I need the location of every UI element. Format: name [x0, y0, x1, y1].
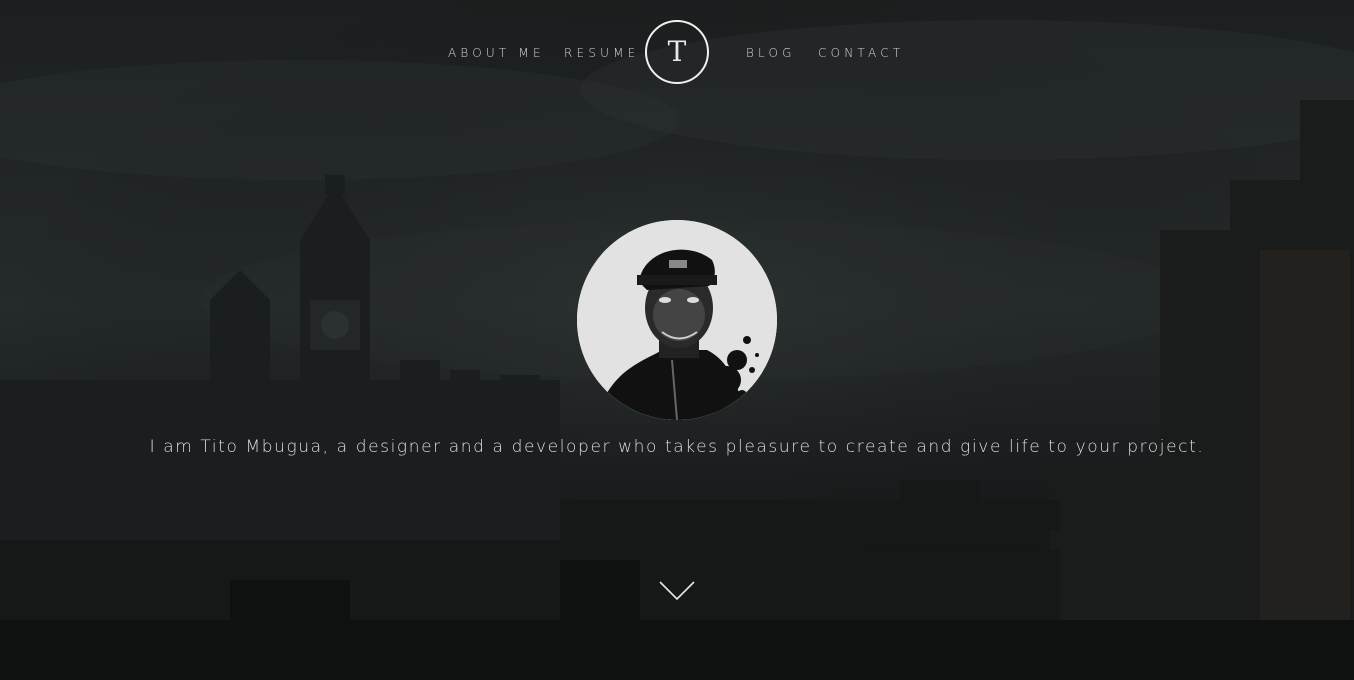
- nav-link-contact[interactable]: CONTACT: [818, 46, 904, 60]
- profile-avatar: [577, 220, 777, 420]
- hero-section: ABOUT ME RESUME T BLOG CONTACT I am Tito…: [0, 0, 1354, 680]
- profile-photo-image: [577, 220, 777, 420]
- site-logo[interactable]: T: [645, 20, 709, 84]
- nav-link-about-me[interactable]: ABOUT ME: [448, 46, 545, 60]
- nav-link-resume[interactable]: RESUME: [564, 46, 639, 60]
- hero-tagline: I am Tito Mbugua, a designer and a devel…: [149, 437, 1205, 457]
- main-navigation: ABOUT ME RESUME T BLOG CONTACT: [0, 0, 1354, 110]
- scroll-down-button[interactable]: [657, 578, 697, 604]
- chevron-down-icon: [659, 581, 695, 601]
- nav-link-blog[interactable]: BLOG: [746, 46, 796, 60]
